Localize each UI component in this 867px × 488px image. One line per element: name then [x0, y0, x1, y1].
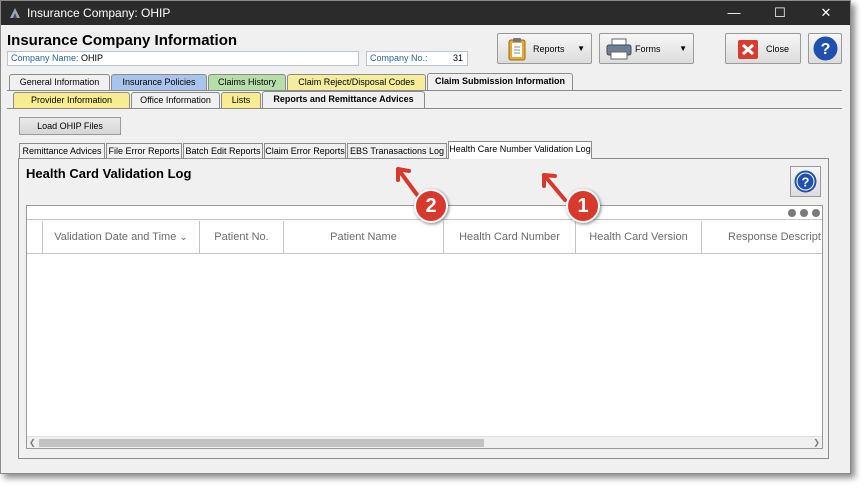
company-no-field[interactable]: Company No.: 31	[366, 51, 468, 66]
tab-office-information[interactable]: Office Information	[131, 92, 220, 108]
page-title: Insurance Company Information	[7, 32, 238, 49]
minimize-icon[interactable]: —	[711, 1, 757, 25]
tab-label: Reports and Remittance Advices	[273, 94, 414, 104]
tab-label: Office Information	[140, 95, 211, 105]
column-header-health-card-number[interactable]: Health Card Number	[444, 221, 576, 253]
column-label: Health Card Version	[589, 231, 688, 243]
chevron-down-icon: ▼	[577, 44, 585, 53]
tab-provider-information[interactable]: Provider Information	[13, 92, 130, 108]
more-options-icon[interactable]	[812, 209, 820, 217]
panel-help-button[interactable]: ?	[790, 166, 821, 197]
reports-button[interactable]: Reports ▼	[497, 33, 592, 64]
subtab-batch-edit-reports[interactable]: Batch Edit Reports	[183, 143, 263, 159]
column-header-response-description[interactable]: Response Descript	[702, 221, 822, 253]
column-header-validation-date[interactable]: Validation Date and Time ⌄	[43, 221, 200, 253]
help-icon: ?	[813, 36, 838, 61]
company-no-label: Company No.:	[370, 53, 428, 63]
tab-claim-reject-codes[interactable]: Claim Reject/Disposal Codes	[287, 74, 426, 90]
grid-header: Validation Date and Time ⌄ Patient No. P…	[27, 221, 822, 254]
more-options-icon[interactable]	[788, 209, 796, 217]
chevron-down-icon: ▼	[679, 44, 687, 53]
help-icon: ?	[794, 170, 817, 193]
close-button[interactable]: Close	[725, 33, 801, 64]
tab-label: Claims History	[217, 77, 276, 87]
subtab-claim-error-reports[interactable]: Claim Error Reports	[264, 143, 346, 159]
tab-reports-remittance[interactable]: Reports and Remittance Advices	[262, 91, 425, 108]
title-bar: Insurance Company: OHIP — ☐ ✕	[1, 1, 850, 25]
tab-row-divider	[7, 108, 842, 109]
svg-text:?: ?	[802, 175, 810, 190]
validation-log-grid: Validation Date and Time ⌄ Patient No. P…	[26, 205, 823, 449]
maximize-icon[interactable]: ☐	[757, 1, 803, 25]
close-label: Close	[766, 44, 790, 54]
subtab-label: EBS Tranasactions Log	[349, 146, 445, 156]
more-options-icon[interactable]	[800, 209, 808, 217]
subtab-label: Health Care Number Validation Log	[449, 144, 591, 154]
printer-icon	[606, 38, 632, 60]
panel-title: Health Card Validation Log	[26, 166, 192, 181]
subtab-label: Remittance Advices	[22, 146, 102, 156]
row-selector-header	[27, 221, 43, 253]
tab-label: Provider Information	[30, 95, 113, 105]
tab-label: Claim Submission Information	[434, 76, 565, 86]
subtab-label: Claim Error Reports	[265, 146, 345, 156]
clipboard-icon	[508, 38, 526, 61]
callout-badge-2: 2	[414, 189, 448, 223]
window-title: Insurance Company: OHIP	[27, 6, 171, 20]
tab-general-information[interactable]: General Information	[9, 74, 110, 90]
load-ohip-files-button[interactable]: Load OHIP Files	[19, 117, 121, 135]
subtab-remittance-advices[interactable]: Remittance Advices	[19, 143, 105, 159]
app-window: Insurance Company: OHIP — ☐ ✕ Insurance …	[0, 0, 851, 474]
subtab-label: Batch Edit Reports	[185, 146, 261, 156]
tab-claims-history[interactable]: Claims History	[208, 74, 286, 90]
company-no-value: 31	[452, 53, 463, 63]
tab-label: General Information	[19, 77, 100, 87]
company-name-field[interactable]: Company Name: OHIP	[7, 51, 359, 66]
column-label: Response Descript	[728, 231, 821, 243]
scroll-right-icon[interactable]: ❯	[813, 437, 820, 449]
forms-button[interactable]: Forms ▼	[599, 33, 694, 64]
tab-row-divider	[7, 90, 842, 91]
tab-insurance-policies[interactable]: Insurance Policies	[111, 74, 207, 90]
company-name-value: OHIP	[81, 53, 104, 63]
callout-badge-1: 1	[566, 189, 600, 223]
svg-text:?: ?	[821, 41, 831, 58]
forms-label: Forms	[635, 44, 661, 54]
help-button[interactable]: ?	[808, 33, 842, 64]
horizontal-scrollbar[interactable]: ❮ ❯	[27, 436, 822, 448]
column-header-health-card-version[interactable]: Health Card Version	[576, 221, 702, 253]
column-header-patient-no[interactable]: Patient No.	[200, 221, 284, 253]
column-label: Health Card Number	[459, 231, 560, 243]
close-x-icon	[738, 40, 758, 59]
scrollbar-thumb[interactable]	[39, 439, 484, 447]
subtab-file-error-reports[interactable]: File Error Reports	[106, 143, 182, 159]
subtab-label: File Error Reports	[108, 146, 180, 156]
column-label: Patient No.	[214, 231, 269, 243]
close-icon[interactable]: ✕	[803, 1, 849, 25]
column-label: Validation Date and Time	[54, 231, 177, 243]
tab-label: Claim Reject/Disposal Codes	[298, 77, 415, 87]
subtab-ebs-transactions-log[interactable]: EBS Tranasactions Log	[347, 143, 447, 159]
company-name-label: Company Name:	[11, 53, 79, 63]
tab-claim-submission-information[interactable]: Claim Submission Information	[427, 73, 573, 90]
column-label: Patient Name	[330, 231, 397, 243]
tab-lists[interactable]: Lists	[221, 92, 261, 108]
column-header-patient-name[interactable]: Patient Name	[284, 221, 444, 253]
reports-label: Reports	[533, 44, 565, 54]
scroll-left-icon[interactable]: ❮	[29, 437, 36, 449]
tab-label: Lists	[231, 95, 251, 105]
app-icon	[10, 8, 20, 18]
subtab-health-care-number-validation-log[interactable]: Health Care Number Validation Log	[448, 141, 592, 159]
chevron-down-icon[interactable]: ⌄	[179, 232, 187, 243]
tab-label: Insurance Policies	[122, 77, 196, 87]
